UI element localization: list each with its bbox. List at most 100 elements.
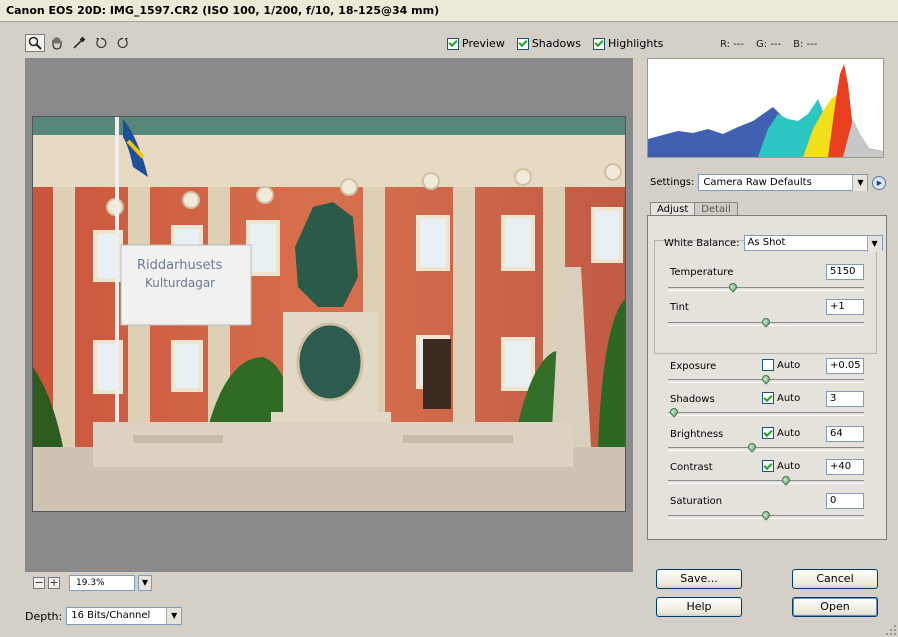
white-balance-tool[interactable] [69,34,89,52]
toolbar [25,34,133,52]
view-options: Preview Shadows Highlights [447,37,663,50]
help-button[interactable]: Help [656,597,742,617]
cancel-button[interactable]: Cancel [792,569,878,589]
red-readout: R: --- [720,39,745,50]
eyedropper-icon [73,36,86,49]
preview-label: Preview [462,37,505,50]
tab-bar: Adjust Detail [650,202,738,216]
saturation-slider-thumb[interactable] [760,509,772,521]
photo-image: Riddarhusets Kulturdagar [33,117,625,511]
rgb-readout: R: --- G: --- B: --- [720,39,817,50]
rotate-cw-icon [117,37,128,49]
zoom-icon [28,36,42,50]
white-balance-label: White Balance: [664,237,740,249]
histogram [647,58,884,158]
brightness-slider-thumb[interactable] [746,441,758,453]
tab-adjust[interactable]: Adjust [650,202,696,216]
saturation-field[interactable]: 0 [826,493,864,509]
hand-icon [52,36,62,50]
brightness-auto-label: Auto [777,427,801,439]
depth-select[interactable]: 16 Bits/Channel ▼ [66,607,183,625]
brightness-label: Brightness [670,429,724,440]
brightness-slider[interactable] [668,441,864,453]
depth-label: Depth: [25,609,63,623]
shadows-check-icon [516,37,529,50]
open-button[interactable]: Open [792,597,878,617]
zoom-level-field[interactable]: 19.3% [69,575,135,591]
tint-field[interactable]: +1 [826,299,864,315]
rotate-right-tool[interactable] [113,34,133,52]
preview-checkbox[interactable]: Preview [447,37,505,50]
brightness-auto-checkbox[interactable]: Auto [762,427,800,439]
exposure-auto-icon [762,359,774,371]
brightness-auto-icon [762,427,774,439]
shadows-field[interactable]: 3 [826,391,864,407]
white-balance-select[interactable]: As Shot ▼ [743,235,883,252]
blue-readout: B: --- [793,39,818,50]
temperature-field[interactable]: 5150 [826,264,864,280]
exposure-slider[interactable] [668,373,864,385]
depth-control: Depth: 16 Bits/Channel ▼ [25,607,183,625]
chevron-down-icon: ▼ [166,608,182,624]
rotate-ccw-icon [96,37,107,49]
photo-preview[interactable]: Riddarhusets Kulturdagar [32,116,626,512]
settings-label: Settings: [650,177,695,188]
zoom-dropdown-button[interactable]: ▼ [138,575,152,591]
contrast-field[interactable]: +40 [826,459,864,475]
histogram-graph [648,64,883,157]
contrast-auto-label: Auto [777,460,801,472]
zoom-out-button[interactable]: − [33,577,45,589]
shadows-slider[interactable] [668,406,864,418]
highlights-checkbox[interactable]: Highlights [592,37,664,50]
exposure-label: Exposure [670,361,717,372]
chevron-down-icon: ▼ [852,175,868,191]
window-title: Canon EOS 20D: IMG_1597.CR2 (ISO 100, 1/… [0,0,898,22]
shadows-auto-checkbox[interactable]: Auto [762,392,800,404]
highlights-check-icon [592,37,605,50]
settings-select[interactable]: Camera Raw Defaults ▼ [698,174,869,191]
hand-tool[interactable] [47,34,67,52]
preview-area[interactable]: Riddarhusets Kulturdagar [25,58,633,572]
green-readout: G: --- [756,39,782,50]
chevron-down-icon: ▼ [141,578,149,587]
contrast-slider-thumb[interactable] [779,474,792,486]
white-balance-value: As Shot [747,237,786,248]
contrast-label: Contrast [670,462,713,473]
shadows-auto-icon [762,392,774,404]
resize-grip-icon[interactable] [885,624,897,636]
shadows-checkbox[interactable]: Shadows [516,37,581,50]
shadows-slider-thumb[interactable] [668,406,680,418]
contrast-slider[interactable] [668,474,864,486]
settings-row: Settings: Camera Raw Defaults ▼ ▶ [650,174,887,191]
temperature-slider[interactable] [668,281,864,293]
saturation-slider[interactable] [668,509,864,521]
brightness-field[interactable]: 64 [826,426,864,442]
exposure-auto-label: Auto [777,359,801,371]
banner-line1: Riddarhusets [137,258,223,273]
white-balance-group [654,240,877,354]
exposure-auto-checkbox[interactable]: Auto [762,359,800,371]
chevron-down-icon: ▼ [866,236,882,252]
highlights-label: Highlights [607,37,664,50]
rotate-left-tool[interactable] [91,34,111,52]
play-icon: ▶ [876,178,883,187]
save-button[interactable]: Save... [656,569,742,589]
adjust-panel: White Balance: As Shot ▼ Temperature 515… [647,215,887,540]
white-balance-row: White Balance: As Shot ▼ [664,235,883,252]
settings-menu-button[interactable]: ▶ [872,175,887,190]
zoom-in-button[interactable]: + [48,577,60,589]
depth-value: 16 Bits/Channel [71,610,151,621]
preview-check-icon [447,37,459,50]
shadows-label: Shadows [531,37,581,50]
exposure-slider-thumb[interactable] [760,373,772,385]
tint-label: Tint [670,302,689,313]
temperature-label: Temperature [670,267,734,278]
contrast-auto-checkbox[interactable]: Auto [762,460,800,472]
saturation-label: Saturation [670,496,723,507]
tint-slider[interactable] [668,316,864,328]
tab-detail[interactable]: Detail [694,202,738,216]
banner-line2: Kulturdagar [145,276,215,290]
shadows-auto-label: Auto [777,392,801,404]
exposure-field[interactable]: +0.05 [826,358,864,374]
zoom-tool[interactable] [25,34,45,52]
